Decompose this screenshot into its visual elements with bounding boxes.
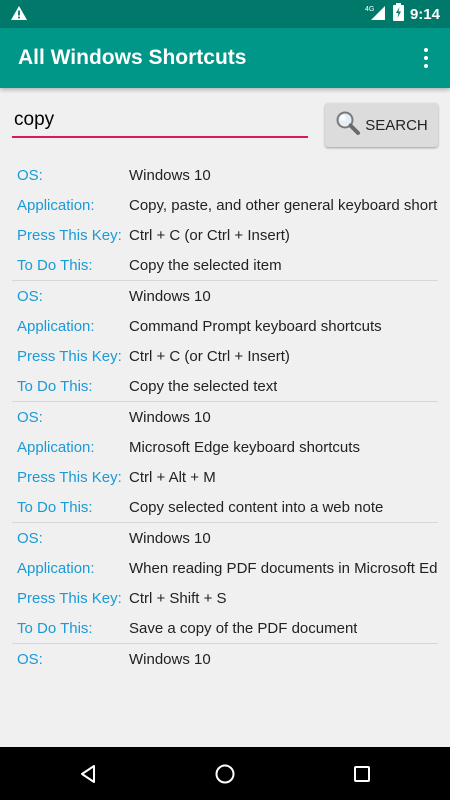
result-item[interactable]: OS: Windows 10 Application: Copy, paste, a… [12, 160, 438, 281]
app-title: All Windows Shortcuts [18, 46, 247, 69]
action-label: To Do This: [17, 498, 93, 516]
action-row: To Do This: Copy the selected item [12, 250, 438, 280]
result-item[interactable]: OS: Windows 10 Application: When reading P… [12, 523, 438, 644]
result-item[interactable]: OS: Windows 10 Application: Microsoft Edge… [12, 402, 438, 523]
os-label: OS: [17, 166, 43, 184]
application-value: Microsoft Edge keyboard shortcuts [129, 438, 360, 456]
application-row: Application: Command Prompt keyboard shor… [12, 311, 438, 341]
key-label: Press This Key: [17, 589, 122, 607]
os-row: OS: Windows 10 [12, 402, 438, 432]
os-row: OS: Windows 10 [12, 160, 438, 190]
key-label: Press This Key: [17, 468, 122, 486]
action-label: To Do This: [17, 619, 93, 637]
battery-charging-icon [392, 2, 404, 26]
status-bar: 4G 9:14 [0, 0, 450, 28]
home-icon[interactable] [210, 759, 240, 789]
os-row: OS: Windows 10 [12, 523, 438, 553]
key-row: Press This Key: Ctrl + C (or Ctrl + Inser… [12, 220, 438, 250]
result-item[interactable]: OS: Windows 10 [12, 644, 438, 674]
action-row: To Do This: Copy the selected text [12, 371, 438, 401]
application-label: Application: [17, 559, 95, 577]
os-value: Windows 10 [129, 166, 211, 184]
app-bar: All Windows Shortcuts [0, 28, 450, 88]
os-value: Windows 10 [129, 529, 211, 547]
key-value: Ctrl + C (or Ctrl + Insert) [129, 226, 290, 244]
application-row: Application: Microsoft Edge keyboard shor… [12, 432, 438, 462]
os-row: OS: Windows 10 [12, 281, 438, 311]
back-icon[interactable] [73, 759, 103, 789]
os-row: OS: Windows 10 [12, 644, 438, 674]
search-button[interactable]: SEARCH [325, 103, 438, 147]
key-row: Press This Key: Ctrl + Alt + M [12, 462, 438, 492]
search-input[interactable] [12, 104, 308, 138]
warning-icon [10, 5, 28, 26]
key-value: Ctrl + Alt + M [129, 468, 216, 486]
application-label: Application: [17, 196, 95, 214]
search-row: SEARCH [0, 100, 450, 150]
application-value: Command Prompt keyboard shortcuts [129, 317, 382, 335]
result-item[interactable]: OS: Windows 10 Application: Command Prompt… [12, 281, 438, 402]
application-value: Copy, paste, and other general keyboard … [129, 196, 438, 214]
os-label: OS: [17, 408, 43, 426]
key-row: Press This Key: Ctrl + C (or Ctrl + Inser… [12, 341, 438, 371]
recents-icon[interactable] [347, 759, 377, 789]
application-label: Application: [17, 438, 95, 456]
status-time: 9:14 [409, 5, 440, 23]
os-label: OS: [17, 650, 43, 668]
key-label: Press This Key: [17, 226, 122, 244]
nav-bar [0, 747, 450, 800]
action-row: To Do This: Copy selected content into a … [12, 492, 438, 522]
application-row: Application: When reading PDF documents i… [12, 553, 438, 583]
os-value: Windows 10 [129, 287, 211, 305]
action-value: Copy the selected item [129, 256, 282, 274]
more-vert-icon[interactable] [416, 46, 436, 70]
action-value: Copy selected content into a web note [129, 498, 384, 516]
os-value: Windows 10 [129, 408, 211, 426]
results-list[interactable]: OS: Windows 10 Application: Copy, paste, a… [0, 160, 450, 747]
key-value: Ctrl + Shift + S [129, 589, 227, 607]
application-value: When reading PDF documents in Microsoft … [129, 559, 438, 577]
os-label: OS: [17, 287, 43, 305]
magnifier-icon [335, 110, 361, 140]
os-label: OS: [17, 529, 43, 547]
signal-icon: 4G [365, 4, 387, 25]
action-row: To Do This: Save a copy of the PDF docume… [12, 613, 438, 643]
action-value: Save a copy of the PDF document [129, 619, 358, 637]
key-value: Ctrl + C (or Ctrl + Insert) [129, 347, 290, 365]
application-row: Application: Copy, paste, and other gener… [12, 190, 438, 220]
key-label: Press This Key: [17, 347, 122, 365]
application-label: Application: [17, 317, 95, 335]
search-button-label: SEARCH [365, 116, 428, 134]
action-label: To Do This: [17, 256, 93, 274]
os-value: Windows 10 [129, 650, 211, 668]
action-value: Copy the selected text [129, 377, 278, 395]
network-type: 4G [365, 6, 374, 13]
action-label: To Do This: [17, 377, 93, 395]
key-row: Press This Key: Ctrl + Shift + S [12, 583, 438, 613]
